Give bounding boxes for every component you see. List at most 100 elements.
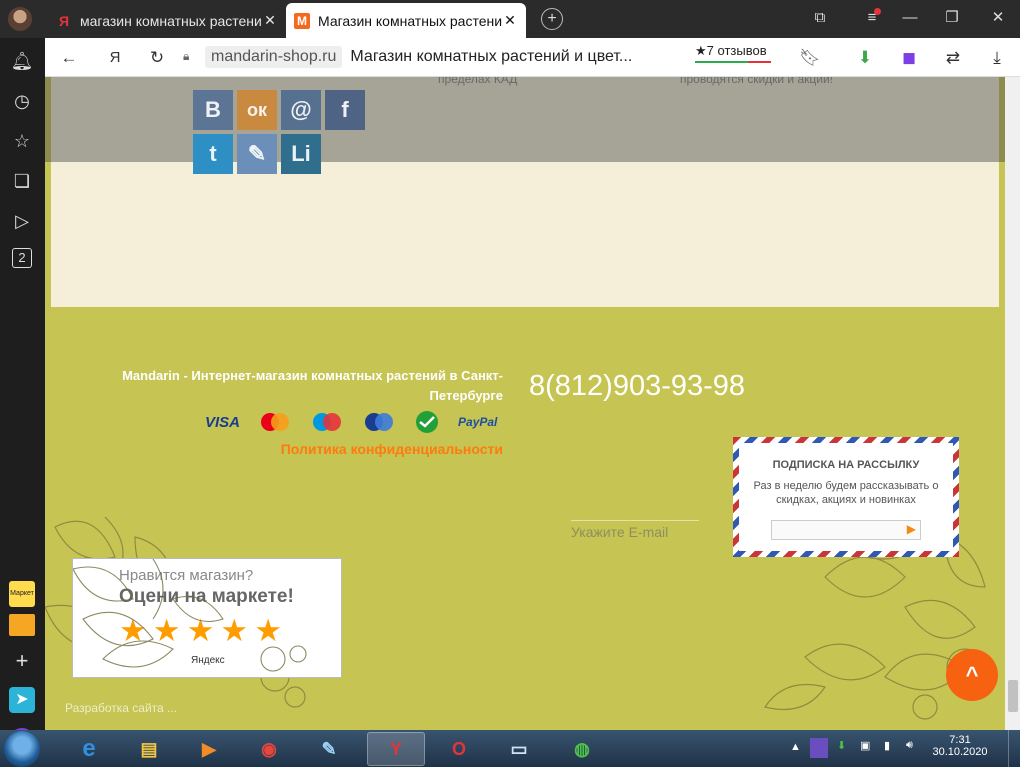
- tray-device-icon[interactable]: ▣: [860, 739, 870, 752]
- downloads-icon[interactable]: ⤓: [985, 46, 1009, 70]
- subscribe-title: ПОДПИСКА НА РАССЫЛКУ: [772, 459, 920, 471]
- remote-desktop-icon[interactable]: ▭: [490, 732, 548, 766]
- tray-volume-icon[interactable]: 🔊︎: [906, 739, 913, 752]
- livejournal-icon[interactable]: ✎: [237, 134, 277, 174]
- menu-icon[interactable]: ≡: [858, 6, 886, 30]
- browser-sidebar: 🔔︎ ◷ ☆ ❏ ▷ 2 Маркет + ➤: [0, 38, 45, 754]
- delivery-note: пределах КАД: [438, 77, 518, 86]
- mail-app-icon[interactable]: [9, 614, 35, 636]
- star-icon[interactable]: ★: [119, 615, 147, 647]
- subscribe-email-input[interactable]: ▶: [771, 520, 921, 540]
- maximize-icon[interactable]: ❐: [938, 6, 966, 30]
- tray-alice-icon[interactable]: [810, 738, 828, 758]
- star-icon[interactable]: ★: [153, 615, 181, 647]
- close-tab-icon[interactable]: ✕: [502, 12, 518, 29]
- clock[interactable]: 7:31 30.10.2020: [930, 734, 990, 758]
- reviews-badge[interactable]: ★7 отзывов: [695, 43, 771, 63]
- market-rating-widget[interactable]: Нравится магазин? Оцени на маркете! ★ ★ …: [72, 558, 342, 678]
- start-button[interactable]: [4, 731, 40, 767]
- profile-avatar[interactable]: [8, 7, 32, 31]
- twitter-icon[interactable]: t: [193, 134, 233, 174]
- scroll-to-top-button[interactable]: ^: [946, 649, 998, 701]
- subscribe-text: Раз в неделю будем рассказывать о скидка…: [753, 480, 939, 506]
- back-arrow-icon[interactable]: ←: [57, 46, 81, 70]
- mail-ru-icon[interactable]: @: [281, 90, 321, 130]
- privacy-policy-link[interactable]: Политика конфиденциальности: [245, 441, 503, 457]
- close-tab-icon[interactable]: ✕: [262, 12, 278, 29]
- rating-stars: ★ ★ ★ ★ ★: [119, 615, 282, 647]
- dim-overlay: [45, 77, 1005, 162]
- shop-description: Mandarin - Интернет-магазин комнатных ра…: [122, 368, 503, 403]
- reviews-rating-bar: [695, 61, 771, 63]
- new-tab-button[interactable]: +: [541, 8, 563, 30]
- sberbank-icon: [416, 411, 439, 433]
- subscribe-box: ПОДПИСКА НА РАССЫЛКУ Раз в неделю будем …: [733, 437, 959, 557]
- extension-icon[interactable]: ◼: [897, 46, 921, 70]
- collections-icon[interactable]: ❏: [9, 168, 35, 194]
- scrollbar-thumb[interactable]: [1008, 680, 1018, 712]
- browser-toolbar: ← Я ↻ 🔒︎ mandarin-shop.ru Магазин комнат…: [45, 38, 1020, 77]
- yandex-browser-icon[interactable]: Y: [367, 732, 425, 766]
- subscribe-submit-icon[interactable]: ▶: [907, 522, 916, 536]
- yandex-favicon-icon: Я: [58, 12, 70, 29]
- rating-question: Нравится магазин?: [119, 567, 254, 584]
- tab-mandarin-shop[interactable]: M Магазин комнатных растений ✕: [286, 3, 526, 38]
- payment-methods: VISA PayPal: [205, 410, 497, 434]
- internet-explorer-icon[interactable]: e: [60, 732, 118, 766]
- clock-date: 30.10.2020: [932, 746, 988, 758]
- rating-call-to-action: Оцени на маркете!: [119, 586, 294, 607]
- star-icon[interactable]: ★: [187, 615, 215, 647]
- media-player-icon[interactable]: ▶: [180, 732, 238, 766]
- address-bar[interactable]: 🔒︎ mandarin-shop.ru Магазин комнатных ра…: [183, 43, 703, 71]
- translate-icon[interactable]: ⇄: [941, 46, 965, 70]
- page-viewport: пределах КАД проводятся скидки и акции! …: [45, 77, 1005, 730]
- tab-strip: Я магазин комнатных растений ✕ M Магазин…: [0, 0, 1020, 38]
- odnoklassniki-icon[interactable]: ок: [237, 90, 277, 130]
- email-input[interactable]: Укажите E-mail: [571, 520, 699, 540]
- lock-icon: 🔒︎: [183, 49, 190, 63]
- phone-number[interactable]: 8(812)903-93-98: [529, 370, 745, 403]
- opera-icon[interactable]: O: [430, 732, 488, 766]
- linkedin-icon[interactable]: Li: [281, 134, 321, 174]
- tray-expand-icon[interactable]: ▲: [790, 741, 801, 753]
- history-icon[interactable]: ◷: [9, 88, 35, 114]
- tray-network-icon[interactable]: ▮: [884, 739, 890, 752]
- video-play-icon[interactable]: ▷: [9, 208, 35, 234]
- notification-dot: [874, 8, 881, 15]
- favorites-star-icon[interactable]: ☆: [9, 128, 35, 154]
- windows-taskbar: e ▤ ▶ ◉ ✎ Y O ▭ ◍ ▲ ⬇ ▣ ▮ 🔊︎ 7:31 30.10.…: [0, 730, 1020, 767]
- developer-credit[interactable]: Разработка сайта ...: [65, 701, 177, 715]
- add-app-icon[interactable]: +: [9, 648, 35, 674]
- close-window-icon[interactable]: ✕: [984, 6, 1012, 30]
- minimize-icon[interactable]: —: [896, 6, 924, 30]
- show-desktop-button[interactable]: [1008, 730, 1020, 767]
- messenger-app-icon[interactable]: ➤: [9, 687, 35, 713]
- url-domain: mandarin-shop.ru: [205, 46, 343, 68]
- visa-icon: VISA: [205, 413, 241, 431]
- tab-yandex-search[interactable]: Я магазин комнатных растений ✕: [48, 3, 286, 38]
- network-app-icon[interactable]: ◍: [553, 732, 611, 766]
- mastercard-icon: [261, 413, 290, 431]
- vk-icon[interactable]: B: [193, 90, 233, 130]
- maestro-icon: [313, 413, 342, 431]
- tray-download-icon[interactable]: ⬇: [837, 739, 846, 752]
- star-icon[interactable]: ★: [220, 615, 248, 647]
- paypal-icon: PayPal: [458, 415, 498, 429]
- page-scrollbar[interactable]: [1005, 77, 1020, 730]
- discount-note: проводятся скидки и акции!: [680, 77, 834, 86]
- star-icon[interactable]: ★: [254, 615, 282, 647]
- file-explorer-icon[interactable]: ▤: [120, 732, 178, 766]
- market-app-icon[interactable]: Маркет: [9, 581, 35, 607]
- yandex-home-icon[interactable]: Я: [103, 46, 127, 70]
- bookmark-icon[interactable]: 🔖︎: [798, 46, 822, 70]
- download-extension-icon[interactable]: ⬇: [853, 46, 877, 70]
- tab-count-badge[interactable]: 2: [12, 248, 32, 268]
- notifications-bell-icon[interactable]: 🔔︎: [9, 48, 35, 74]
- chrome-icon[interactable]: ◉: [240, 732, 298, 766]
- facebook-icon[interactable]: f: [325, 90, 365, 130]
- tabs-panel-icon[interactable]: ⧉: [806, 6, 834, 30]
- page-title-in-omnibox: Магазин комнатных растений и цвет...: [350, 48, 633, 65]
- clock-time: 7:31: [949, 734, 971, 746]
- reload-icon[interactable]: ↻: [145, 46, 169, 70]
- notepad-icon[interactable]: ✎: [300, 732, 358, 766]
